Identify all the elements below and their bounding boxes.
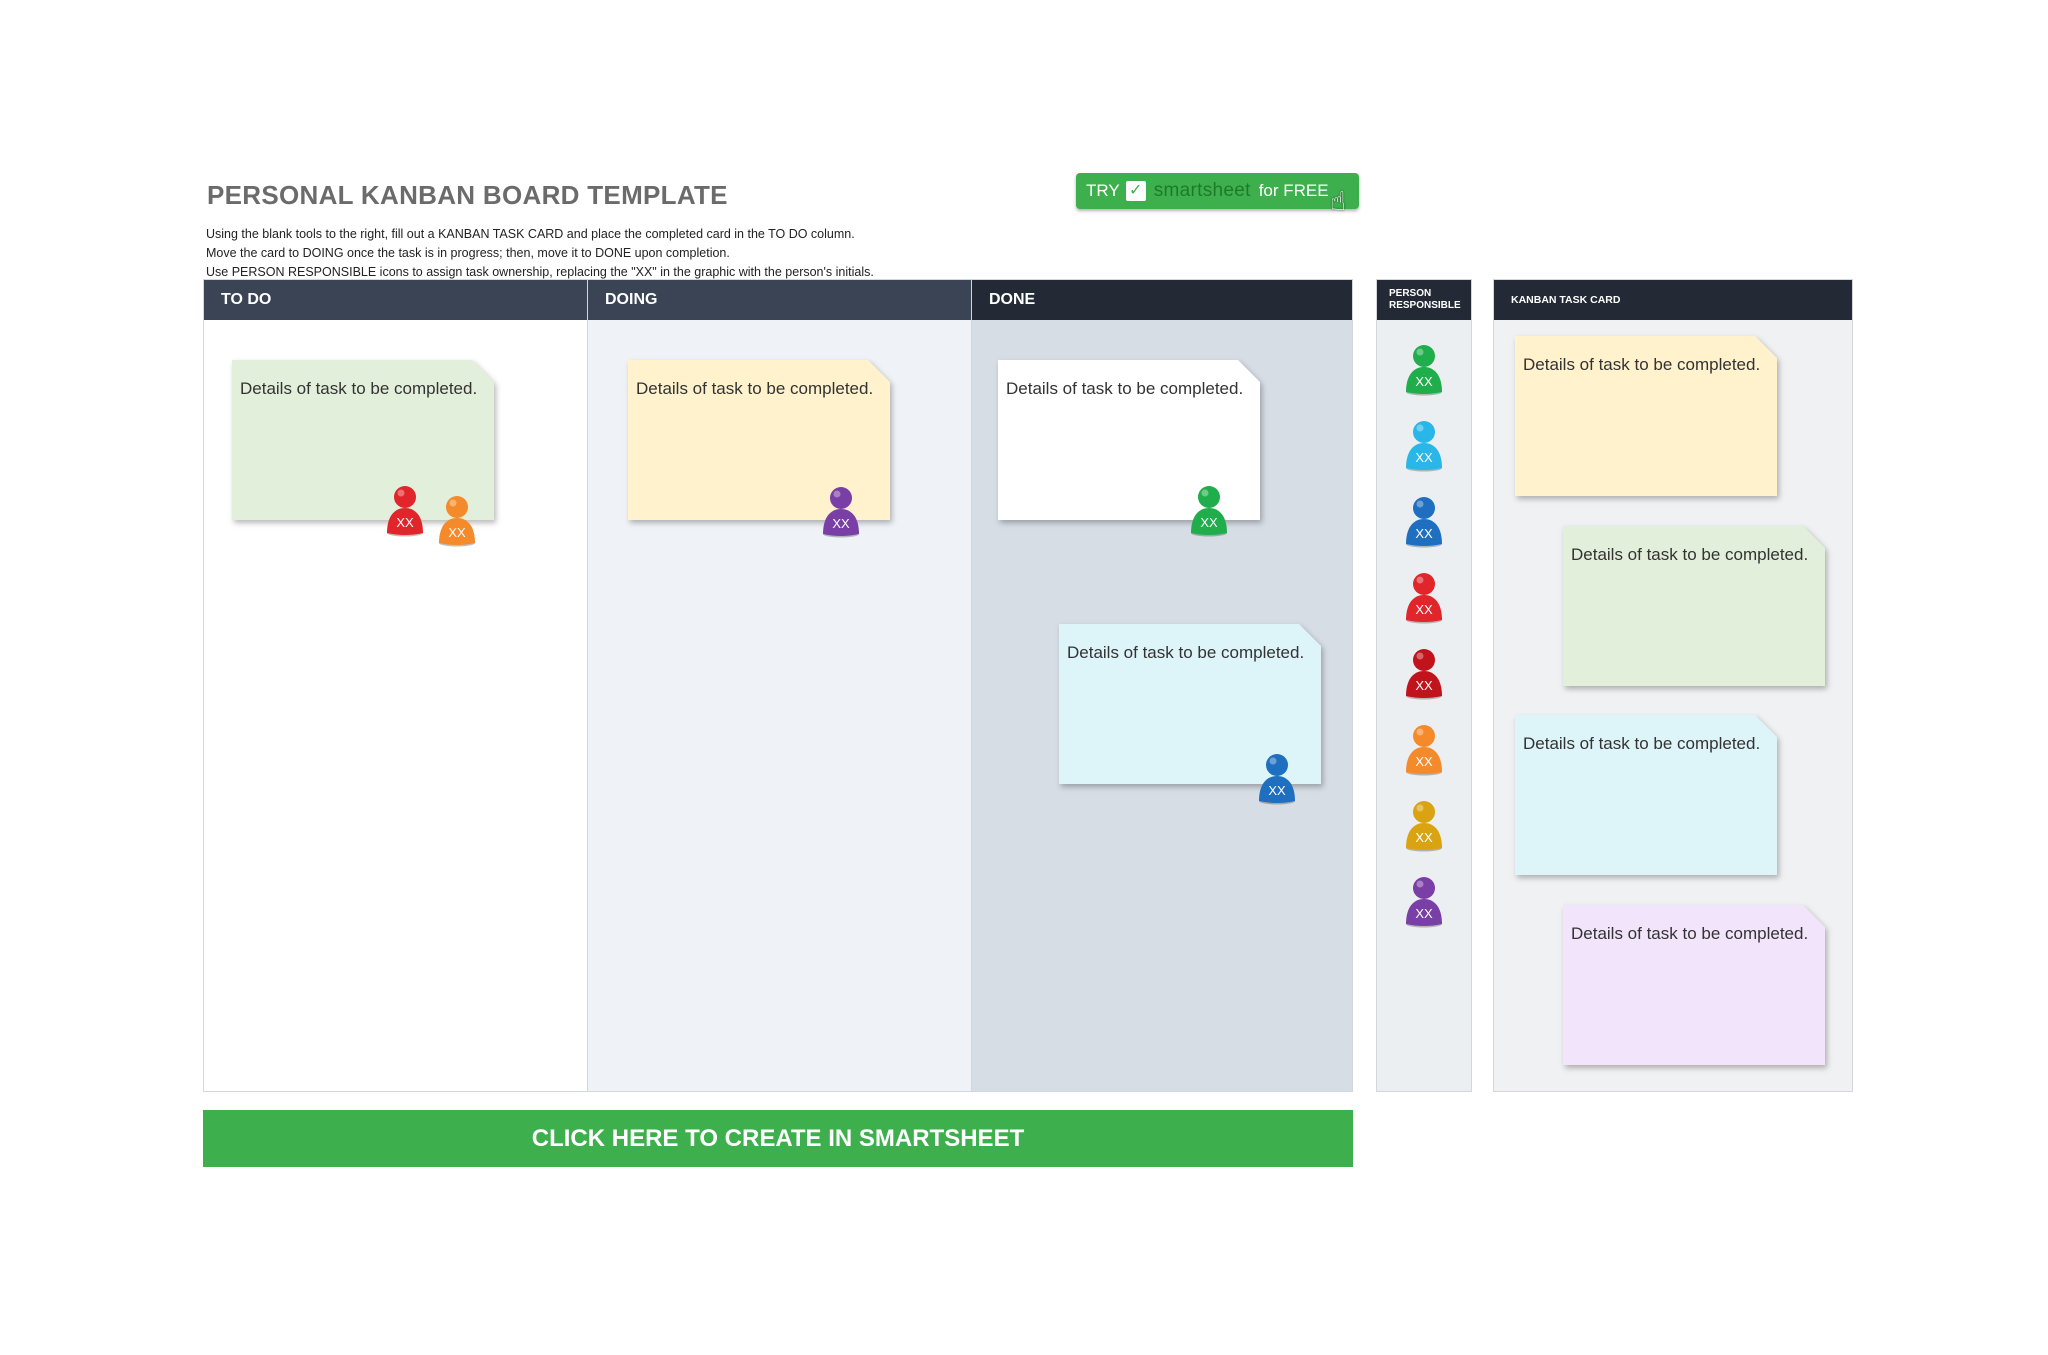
free-label: for FREE — [1258, 181, 1329, 200]
pawn-initials: XX — [396, 515, 414, 530]
task-card-text: Details of task to be completed. — [1571, 924, 1809, 943]
person-icon[interactable]: XX — [1401, 418, 1447, 472]
pawn-initials: XX — [1415, 906, 1433, 921]
pawn-initials: XX — [1415, 526, 1433, 541]
try-smartsheet-button[interactable]: TRY ✓ smartsheet for FREE — [1076, 173, 1359, 209]
task-card-body: Details of task to be completed. — [1563, 905, 1825, 1065]
page-title: PERSONAL KANBAN BOARD TEMPLATE — [207, 180, 728, 210]
person-pawn-icon: XX — [1406, 345, 1442, 396]
person-icon[interactable]: XX — [1401, 722, 1447, 776]
task-card-text: Details of task to be completed. — [1067, 643, 1305, 662]
try-label: TRY — [1086, 181, 1120, 200]
template-task-card[interactable]: Details of task to be completed. — [1515, 336, 1777, 496]
pawn-initials: XX — [1268, 783, 1286, 798]
task-card-text: Details of task to be completed. — [1523, 734, 1761, 753]
person-pawn-icon: XX — [1406, 725, 1442, 776]
pawn-initials: XX — [1415, 830, 1433, 845]
pawn-initials: XX — [1415, 450, 1433, 465]
person-pawn-icon: XX — [823, 487, 859, 538]
person-icon[interactable]: XX — [1186, 483, 1232, 537]
person-pawn-icon: XX — [1406, 497, 1442, 548]
person-pawn-icon: XX — [1406, 573, 1442, 624]
person-icon[interactable]: XX — [1401, 570, 1447, 624]
template-task-card[interactable]: Details of task to be completed. — [1563, 526, 1825, 686]
person-icon[interactable]: XX — [1254, 751, 1300, 805]
person-pawn-icon: XX — [1259, 754, 1295, 805]
task-card-text: Details of task to be completed. — [1006, 379, 1244, 398]
create-in-smartsheet-button[interactable]: CLICK HERE TO CREATE IN SMARTSHEET — [203, 1110, 1353, 1167]
task-card-text: Details of task to be completed. — [1571, 545, 1809, 564]
person-pawn-icon: XX — [1191, 486, 1227, 537]
pawn-initials: XX — [1415, 754, 1433, 769]
brand-label: smartsheet — [1153, 180, 1251, 201]
person-icon[interactable]: XX — [1401, 646, 1447, 700]
pawn-initials: XX — [1200, 515, 1218, 530]
person-pawn-icon: XX — [439, 496, 475, 547]
task-card-text: Details of task to be completed. — [636, 379, 874, 398]
person-pawn-icon: XX — [1406, 649, 1442, 700]
person-icon[interactable]: XX — [1401, 494, 1447, 548]
task-card-text: Details of task to be completed. — [240, 379, 478, 398]
check-icon: ✓ — [1125, 181, 1146, 201]
column-header-todo: TO DO — [204, 280, 587, 320]
person-icon[interactable]: XX — [818, 484, 864, 538]
template-task-card[interactable]: Details of task to be completed. — [1515, 715, 1777, 875]
pawn-initials: XX — [1415, 602, 1433, 617]
column-header-kanban-task-card: KANBAN TASK CARD — [1494, 280, 1852, 320]
pawn-initials: XX — [1415, 374, 1433, 389]
instruction-line-3: Use PERSON RESPONSIBLE icons to assign t… — [206, 265, 874, 279]
instruction-line-2: Move the card to DOING once the task is … — [206, 246, 730, 260]
person-pawn-icon: XX — [1406, 421, 1442, 472]
column-header-person-responsible: PERSON RESPONSIBLE — [1377, 280, 1471, 320]
person-icon[interactable]: XX — [1401, 342, 1447, 396]
template-task-card[interactable]: Details of task to be completed. — [1563, 905, 1825, 1065]
hand-cursor-icon: ☝ — [1330, 186, 1346, 216]
task-card-body: Details of task to be completed. — [1515, 715, 1777, 875]
person-pawn-icon: XX — [1406, 877, 1442, 928]
instruction-line-1: Using the blank tools to the right, fill… — [206, 227, 855, 241]
task-card-body: Details of task to be completed. — [1515, 336, 1777, 496]
column-header-done: DONE — [972, 280, 1352, 320]
person-icon[interactable]: XX — [1401, 874, 1447, 928]
person-icon[interactable]: XX — [1401, 798, 1447, 852]
task-card-body: Details of task to be completed. — [1563, 526, 1825, 686]
pawn-initials: XX — [1415, 678, 1433, 693]
pawn-initials: XX — [448, 525, 466, 540]
person-icon[interactable]: XX — [382, 483, 428, 537]
pawn-initials: XX — [832, 516, 850, 531]
task-card-text: Details of task to be completed. — [1523, 355, 1761, 374]
person-pawn-icon: XX — [387, 486, 423, 537]
person-pawn-icon: XX — [1406, 801, 1442, 852]
column-header-doing: DOING — [588, 280, 971, 320]
person-icon[interactable]: XX — [434, 493, 480, 547]
